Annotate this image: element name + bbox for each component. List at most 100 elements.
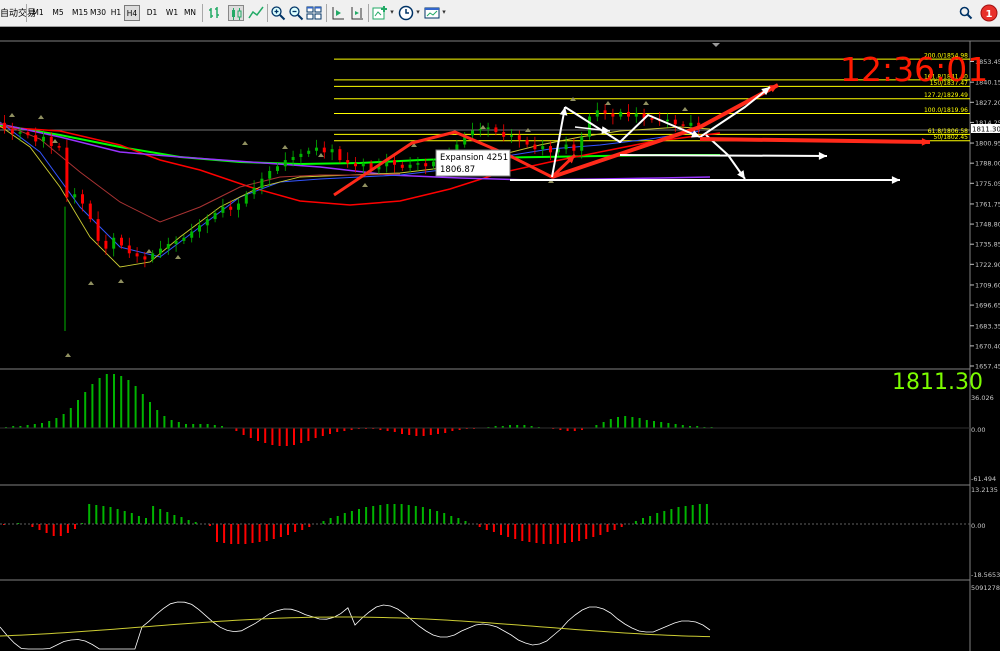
tooltip: Expansion 4251 1806.87 [435, 149, 511, 177]
osma-histogram-bar [684, 506, 687, 524]
timeframe-m1-button[interactable]: M1 [30, 5, 46, 21]
osma-histogram-bar [52, 524, 55, 536]
search-icon[interactable] [958, 5, 974, 21]
candle-body [580, 136, 584, 151]
osma-histogram-bar [294, 524, 297, 532]
fractal-marker [282, 145, 288, 149]
osma-histogram-bar [400, 504, 403, 524]
macd-histogram-bar [55, 418, 58, 428]
indicators-icon[interactable] [372, 5, 388, 21]
timeframe-d1-button[interactable]: D1 [144, 5, 160, 21]
templates-icon[interactable] [424, 5, 440, 21]
price-tick-label: 1827.20 [975, 99, 1000, 107]
macd-histogram-bar [401, 428, 403, 434]
candle-body [666, 119, 669, 122]
macd-histogram-bar [199, 424, 202, 428]
osma-histogram-bar [358, 509, 360, 524]
toolbar-separator [326, 4, 327, 22]
osma-histogram-bar [670, 509, 673, 524]
osma-histogram-bar [272, 524, 275, 539]
macd-histogram-bar [307, 428, 310, 441]
osma-histogram-bar [528, 524, 531, 542]
osma-histogram-bar [549, 524, 552, 544]
toolbar-separator [202, 4, 203, 22]
tooltip-title: Expansion 4251 [440, 153, 508, 163]
candle-body [627, 111, 630, 117]
macd-histogram-bar [113, 374, 115, 428]
chevron-down-icon[interactable]: ▾ [440, 7, 448, 17]
osma-histogram-bar [649, 516, 652, 524]
fractal-marker [38, 115, 44, 119]
candle-body [549, 146, 552, 153]
candle-body [198, 225, 201, 232]
zoom-in-icon[interactable] [270, 5, 286, 21]
macd-histogram-bar [444, 428, 447, 433]
periods-clock-icon[interactable] [398, 5, 414, 21]
macd-histogram-bar [120, 376, 123, 428]
notification-badge-icon[interactable]: 1 [980, 4, 998, 22]
candlestick-icon[interactable] [228, 5, 244, 21]
macd-histogram-bar [257, 428, 259, 441]
macd-histogram-bar [242, 428, 245, 435]
candle-body [416, 163, 420, 165]
candle-body [57, 146, 61, 148]
macd-histogram-bar [163, 416, 166, 428]
osma-histogram-bar [301, 524, 304, 530]
timeframe-mn-button[interactable]: MN [182, 5, 198, 21]
candle-body [673, 119, 677, 125]
tile-windows-icon[interactable] [306, 5, 322, 21]
chevron-down-icon[interactable]: ▾ [388, 7, 396, 17]
macd-histogram-bar [264, 428, 267, 443]
chevron-down-icon[interactable]: ▾ [414, 7, 422, 17]
osma-histogram-bar [166, 512, 169, 524]
price-tick-label: 1735.85 [975, 241, 1000, 249]
timeframe-h1-button[interactable]: H1 [108, 5, 124, 21]
candle-body [244, 194, 248, 204]
macd-histogram-bar [69, 408, 72, 428]
osma-histogram-bar [606, 524, 609, 532]
candle-body [541, 146, 545, 150]
chart-area[interactable]: 200.0/1854.98 161.8/1841.60 150/1837.47 127… [0, 27, 1000, 651]
timeframe-m5-button[interactable]: M5 [50, 5, 66, 21]
timeframe-w1-button[interactable]: W1 [164, 5, 180, 21]
timeframe-h4-button[interactable]: H4 [124, 5, 140, 21]
chart-shift-icon[interactable] [349, 5, 365, 21]
macd-histogram-bar [127, 380, 130, 428]
osma-histogram-bar [74, 524, 76, 529]
macd-zero-label: 0.00 [971, 426, 985, 434]
ma-darkred-line [0, 122, 401, 223]
macd-histogram-bar [141, 394, 144, 428]
macd-histogram-bar [393, 428, 396, 432]
osma-histogram-bar [45, 524, 48, 533]
candle-body [73, 194, 77, 198]
macd-histogram-bar [321, 428, 324, 436]
candle-body [299, 153, 303, 157]
macd-histogram-bar [329, 428, 331, 434]
price-tick-label: 1761.75 [975, 200, 1000, 208]
timeframe-m15-button[interactable]: M15 [70, 5, 90, 21]
macd-histogram-bar [206, 424, 209, 428]
osma-histogram-bar [216, 524, 218, 542]
line-chart-icon[interactable] [248, 5, 264, 21]
red-horizontal-arrow [699, 137, 931, 144]
zoom-out-icon[interactable] [288, 5, 304, 21]
fractal-marker [242, 141, 248, 145]
price-tick-label: 1709.60 [975, 281, 1000, 289]
macd-histogram-bar [293, 428, 295, 445]
osma-histogram-bar [535, 524, 538, 543]
candle-body [533, 144, 537, 150]
osma-histogram-bar [230, 524, 233, 544]
price-tick-label: 1748.80 [975, 221, 1000, 229]
osma-histogram-bar [145, 518, 147, 524]
osma-histogram-bar [642, 518, 644, 524]
bar-chart-icon[interactable] [208, 5, 224, 21]
candle-body [190, 231, 194, 238]
candle-body [34, 135, 38, 142]
autoscroll-icon[interactable] [330, 5, 346, 21]
candle-body [26, 132, 30, 136]
candle-body [361, 163, 365, 167]
candle-body [229, 206, 233, 210]
timeframe-m30-button[interactable]: M30 [88, 5, 108, 21]
candle-body [486, 127, 490, 130]
price-chart[interactable]: 200.0/1854.98161.8/1841.60150/1837.47127… [0, 27, 1000, 651]
